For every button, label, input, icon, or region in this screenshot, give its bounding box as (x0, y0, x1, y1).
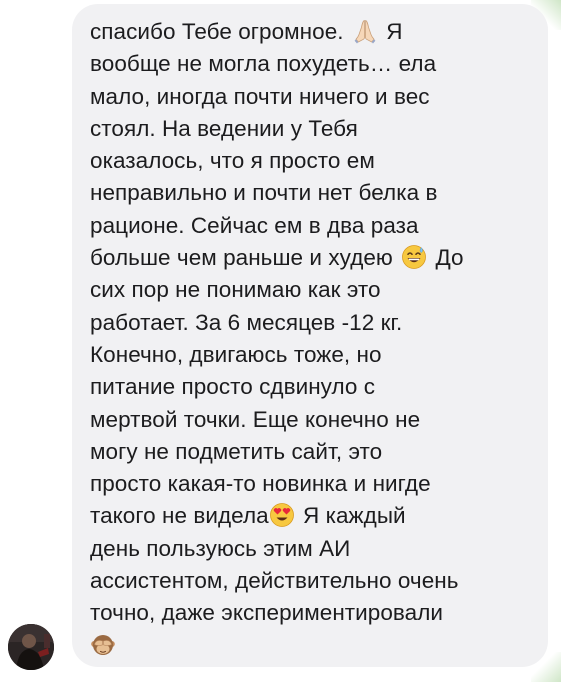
smiling-face-with-heart-eyes-emoji (269, 503, 294, 528)
message-line: больше чем раньше и худею До (90, 245, 464, 271)
message-line: Конечно, двигаюсь тоже, но (90, 341, 382, 367)
message-line: мало, иногда почти ничего и вес (90, 83, 430, 109)
chat-screen: спасибо Тебе огромное. Я вообще не могла… (0, 0, 561, 682)
message-line: вообще не могла похудеть… ела (90, 51, 437, 77)
see-no-evil-monkey-emoji (91, 634, 115, 655)
message-line: мертвой точки. Еще конечно не (90, 406, 421, 432)
message-line: работает. За 6 месяцев -12 кг. (90, 309, 403, 335)
message-line: стоял. На ведении у Тебя (90, 115, 358, 141)
message-line: такого не видела Я каждый (90, 503, 406, 529)
message-line: питание просто сдвинуло с (90, 374, 376, 400)
message-line: просто какая-то новинка и нигде (90, 471, 431, 497)
message-line: точно, даже экспериментировали (90, 600, 444, 626)
profile-photo-icon (8, 624, 54, 670)
sender-avatar[interactable] (8, 624, 54, 670)
message-text: спасибо Тебе огромное. Я вообще не могла… (90, 16, 535, 662)
message-line: рационе. Сейчас ем в два раза (90, 212, 419, 238)
message-line: оказалось, что я просто ем (90, 148, 375, 174)
message-line: неправильно и почти нет белка в (90, 180, 438, 206)
message-line: спасибо Тебе огромное. Я (90, 19, 403, 44)
incoming-message-bubble[interactable]: спасибо Тебе огромное. Я вообще не могла… (72, 4, 548, 667)
message-line: ассистентом, действительно очень (90, 568, 459, 594)
message-line: сих пор не понимаю как это (90, 277, 381, 303)
folded-hands-emoji (354, 19, 376, 44)
message-line: могу не подметить сайт, это (90, 438, 383, 464)
message-line (90, 630, 535, 662)
message-line: день пользуюсь этим АИ (90, 535, 351, 561)
grinning-face-with-sweat-emoji (402, 245, 427, 269)
